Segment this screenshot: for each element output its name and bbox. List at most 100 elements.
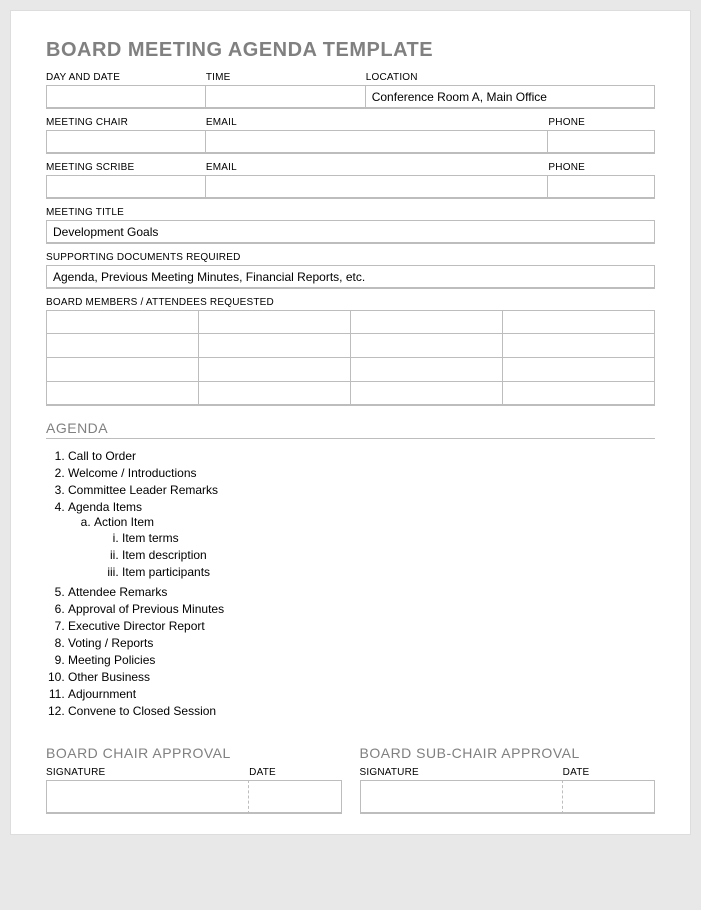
attendee-cell[interactable] — [46, 334, 199, 358]
attendee-cell[interactable] — [46, 358, 199, 382]
agenda-subsubitem: Item terms — [122, 529, 655, 546]
agenda-item: Attendee Remarks — [68, 583, 655, 600]
agenda-item: Convene to Closed Session — [68, 702, 655, 719]
chair-email-field: EMAIL — [206, 115, 549, 154]
table-row — [46, 358, 655, 382]
scribe-phone-label: PHONE — [548, 160, 655, 175]
signature-field: SIGNATURE — [46, 765, 249, 780]
time-input[interactable] — [206, 85, 366, 109]
agenda-list: Call to Order Welcome / Introductions Co… — [46, 447, 655, 719]
location-field: LOCATION Conference Room A, Main Office — [366, 70, 655, 109]
chair-email-input[interactable] — [206, 130, 549, 154]
meeting-title-label: MEETING TITLE — [46, 205, 655, 220]
day-date-label: DAY AND DATE — [46, 70, 206, 85]
agenda-heading: AGENDA — [46, 420, 655, 439]
agenda-item: Call to Order — [68, 447, 655, 464]
attendee-cell[interactable] — [503, 358, 655, 382]
chair-approval: BOARD CHAIR APPROVAL SIGNATURE DATE — [46, 745, 342, 814]
agenda-item: Meeting Policies — [68, 651, 655, 668]
date-label: DATE — [563, 765, 655, 780]
supporting-docs-label: SUPPORTING DOCUMENTS REQUIRED — [46, 250, 655, 265]
chair-phone-field: PHONE — [548, 115, 655, 154]
meeting-title-section: MEETING TITLE Development Goals — [46, 205, 655, 244]
attendee-cell[interactable] — [199, 334, 351, 358]
scribe-email-label: EMAIL — [206, 160, 549, 175]
agenda-item-label: Agenda Items — [68, 500, 142, 514]
date-field: DATE — [563, 765, 655, 780]
table-row — [46, 382, 655, 406]
day-date-input[interactable] — [46, 85, 206, 109]
attendee-cell[interactable] — [503, 334, 655, 358]
chair-name-label: MEETING CHAIR — [46, 115, 206, 130]
scribe-name-field: MEETING SCRIBE — [46, 160, 206, 199]
chair-section: MEETING CHAIR EMAIL PHONE — [46, 115, 655, 154]
agenda-subitem-label: Action Item — [94, 515, 154, 529]
chair-signature-input[interactable] — [46, 780, 249, 814]
document-page: BOARD MEETING AGENDA TEMPLATE DAY AND DA… — [10, 10, 691, 835]
attendee-cell[interactable] — [351, 358, 503, 382]
table-row — [46, 334, 655, 358]
agenda-subsubitem: Item description — [122, 546, 655, 563]
agenda-subitem: Action Item Item terms Item description … — [94, 514, 655, 582]
agenda-item: Voting / Reports — [68, 634, 655, 651]
subchair-approval: BOARD SUB-CHAIR APPROVAL SIGNATURE DATE — [360, 745, 656, 814]
chair-phone-input[interactable] — [548, 130, 655, 154]
attendees-grid — [46, 310, 655, 406]
chair-name-field: MEETING CHAIR — [46, 115, 206, 154]
attendee-cell[interactable] — [199, 382, 351, 406]
attendees-label: BOARD MEMBERS / ATTENDEES REQUESTED — [46, 295, 655, 310]
time-label: TIME — [206, 70, 366, 85]
supporting-docs-section: SUPPORTING DOCUMENTS REQUIRED Agenda, Pr… — [46, 250, 655, 289]
attendee-cell[interactable] — [503, 382, 655, 406]
scribe-email-input[interactable] — [206, 175, 549, 199]
chair-name-input[interactable] — [46, 130, 206, 154]
agenda-item: Agenda Items Action Item Item terms Item… — [68, 498, 655, 583]
signature-field: SIGNATURE — [360, 765, 563, 780]
attendee-cell[interactable] — [351, 310, 503, 334]
time-field: TIME — [206, 70, 366, 109]
agenda-subsubitem: Item participants — [122, 563, 655, 580]
chair-date-input[interactable] — [249, 780, 341, 814]
agenda-sublist-a: Action Item Item terms Item description … — [68, 514, 655, 582]
agenda-item: Committee Leader Remarks — [68, 481, 655, 498]
signature-label: SIGNATURE — [360, 765, 563, 780]
meeting-title-input[interactable]: Development Goals — [46, 220, 655, 244]
attendee-cell[interactable] — [351, 382, 503, 406]
chair-email-label: EMAIL — [206, 115, 549, 130]
scribe-name-input[interactable] — [46, 175, 206, 199]
subchair-signature-input[interactable] — [360, 780, 563, 814]
agenda-item: Approval of Previous Minutes — [68, 600, 655, 617]
attendee-cell[interactable] — [199, 310, 351, 334]
table-row — [46, 310, 655, 334]
day-date-field: DAY AND DATE — [46, 70, 206, 109]
scribe-phone-field: PHONE — [548, 160, 655, 199]
agenda-item: Other Business — [68, 668, 655, 685]
scribe-section: MEETING SCRIBE EMAIL PHONE — [46, 160, 655, 199]
scribe-name-label: MEETING SCRIBE — [46, 160, 206, 175]
subchair-approval-heading: BOARD SUB-CHAIR APPROVAL — [360, 745, 656, 763]
chair-approval-heading: BOARD CHAIR APPROVAL — [46, 745, 342, 763]
date-field: DATE — [249, 765, 341, 780]
agenda-item: Executive Director Report — [68, 617, 655, 634]
attendee-cell[interactable] — [46, 382, 199, 406]
approvals-section: BOARD CHAIR APPROVAL SIGNATURE DATE BOAR… — [46, 745, 655, 814]
attendee-cell[interactable] — [503, 310, 655, 334]
attendee-cell[interactable] — [46, 310, 199, 334]
agenda-item: Adjournment — [68, 685, 655, 702]
date-label: DATE — [249, 765, 341, 780]
attendee-cell[interactable] — [351, 334, 503, 358]
supporting-docs-input[interactable]: Agenda, Previous Meeting Minutes, Financ… — [46, 265, 655, 289]
scribe-email-field: EMAIL — [206, 160, 549, 199]
location-input[interactable]: Conference Room A, Main Office — [366, 85, 655, 109]
agenda-sublist-i: Item terms Item description Item partici… — [94, 529, 655, 580]
location-label: LOCATION — [366, 70, 655, 85]
page-title: BOARD MEETING AGENDA TEMPLATE — [46, 39, 655, 62]
chair-phone-label: PHONE — [548, 115, 655, 130]
scribe-phone-input[interactable] — [548, 175, 655, 199]
attendees-section: BOARD MEMBERS / ATTENDEES REQUESTED — [46, 295, 655, 406]
attendee-cell[interactable] — [199, 358, 351, 382]
agenda-item: Welcome / Introductions — [68, 464, 655, 481]
subchair-date-input[interactable] — [563, 780, 655, 814]
signature-label: SIGNATURE — [46, 765, 249, 780]
meeting-info-section: DAY AND DATE TIME LOCATION Conference Ro… — [46, 70, 655, 109]
